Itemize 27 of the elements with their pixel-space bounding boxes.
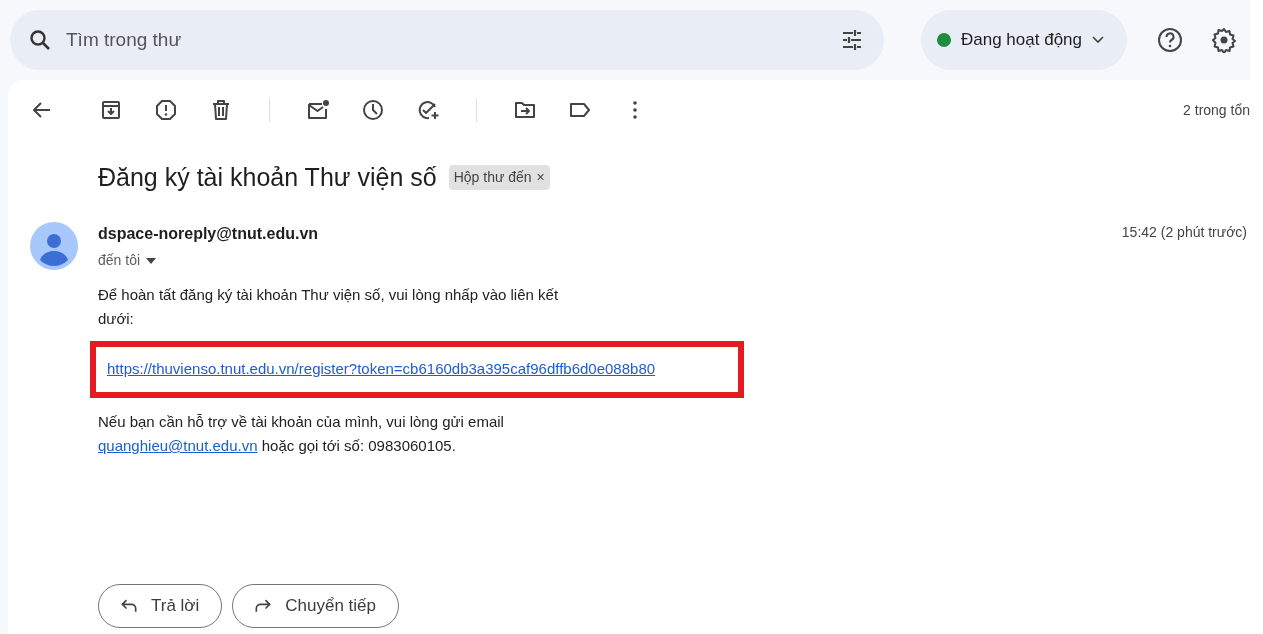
reply-button[interactable]: Trả lời (98, 584, 223, 628)
settings-icon[interactable] (1211, 27, 1237, 53)
message-time: 15:42 (2 phút trước) (1121, 223, 1247, 242)
pagination-count: 2 trong tổn (1183, 100, 1250, 120)
help-icon[interactable] (1157, 27, 1183, 53)
check-plus-icon[interactable] (416, 98, 440, 122)
search-field[interactable]: Tìm trong thư (64, 24, 840, 56)
search-icon (28, 28, 52, 52)
filter-icon[interactable] (840, 28, 864, 52)
body-paragraph: Nếu bạn cần hỗ trợ về tài khoản của mình, vui lòng gửi email quanghieu@tnut.edu.vn hoặc gọi tới số: 0983060105. (98, 412, 505, 456)
spam-icon[interactable] (154, 98, 178, 122)
email-link[interactable]: quanghieu@tnut.edu.vn (98, 437, 258, 454)
avatar-icon (30, 222, 78, 270)
email-subject: Đăng ký tài khoản Thư viện số (98, 162, 437, 192)
clock-icon[interactable] (361, 98, 385, 122)
label-text: Hộp thư đến (453, 167, 532, 187)
body-paragraph: Để hoàn tất đăng ký tài khoản Thư viện số, vui lòng nhấp vào liên kết dưới: (98, 285, 560, 329)
caret-down-icon (146, 257, 157, 264)
recipient-toggle[interactable]: đến tôi (98, 250, 157, 271)
status-dropdown[interactable]: Đang hoạt động (921, 10, 1127, 70)
search-bar[interactable]: Tìm trong thư (10, 10, 884, 70)
remove-label-button[interactable]: × (536, 170, 545, 184)
archive-icon[interactable] (99, 98, 123, 122)
forward-button[interactable]: Chuyển tiếp (232, 584, 400, 628)
sender-address: dspace-noreply@tnut.edu.vn (98, 224, 319, 244)
registration-link[interactable]: https://thuvienso.tnut.edu.vn/register?token=cb6160db3a395caf96dffb6d0e088b80 (107, 360, 656, 377)
chevron-down-icon (1092, 36, 1104, 44)
